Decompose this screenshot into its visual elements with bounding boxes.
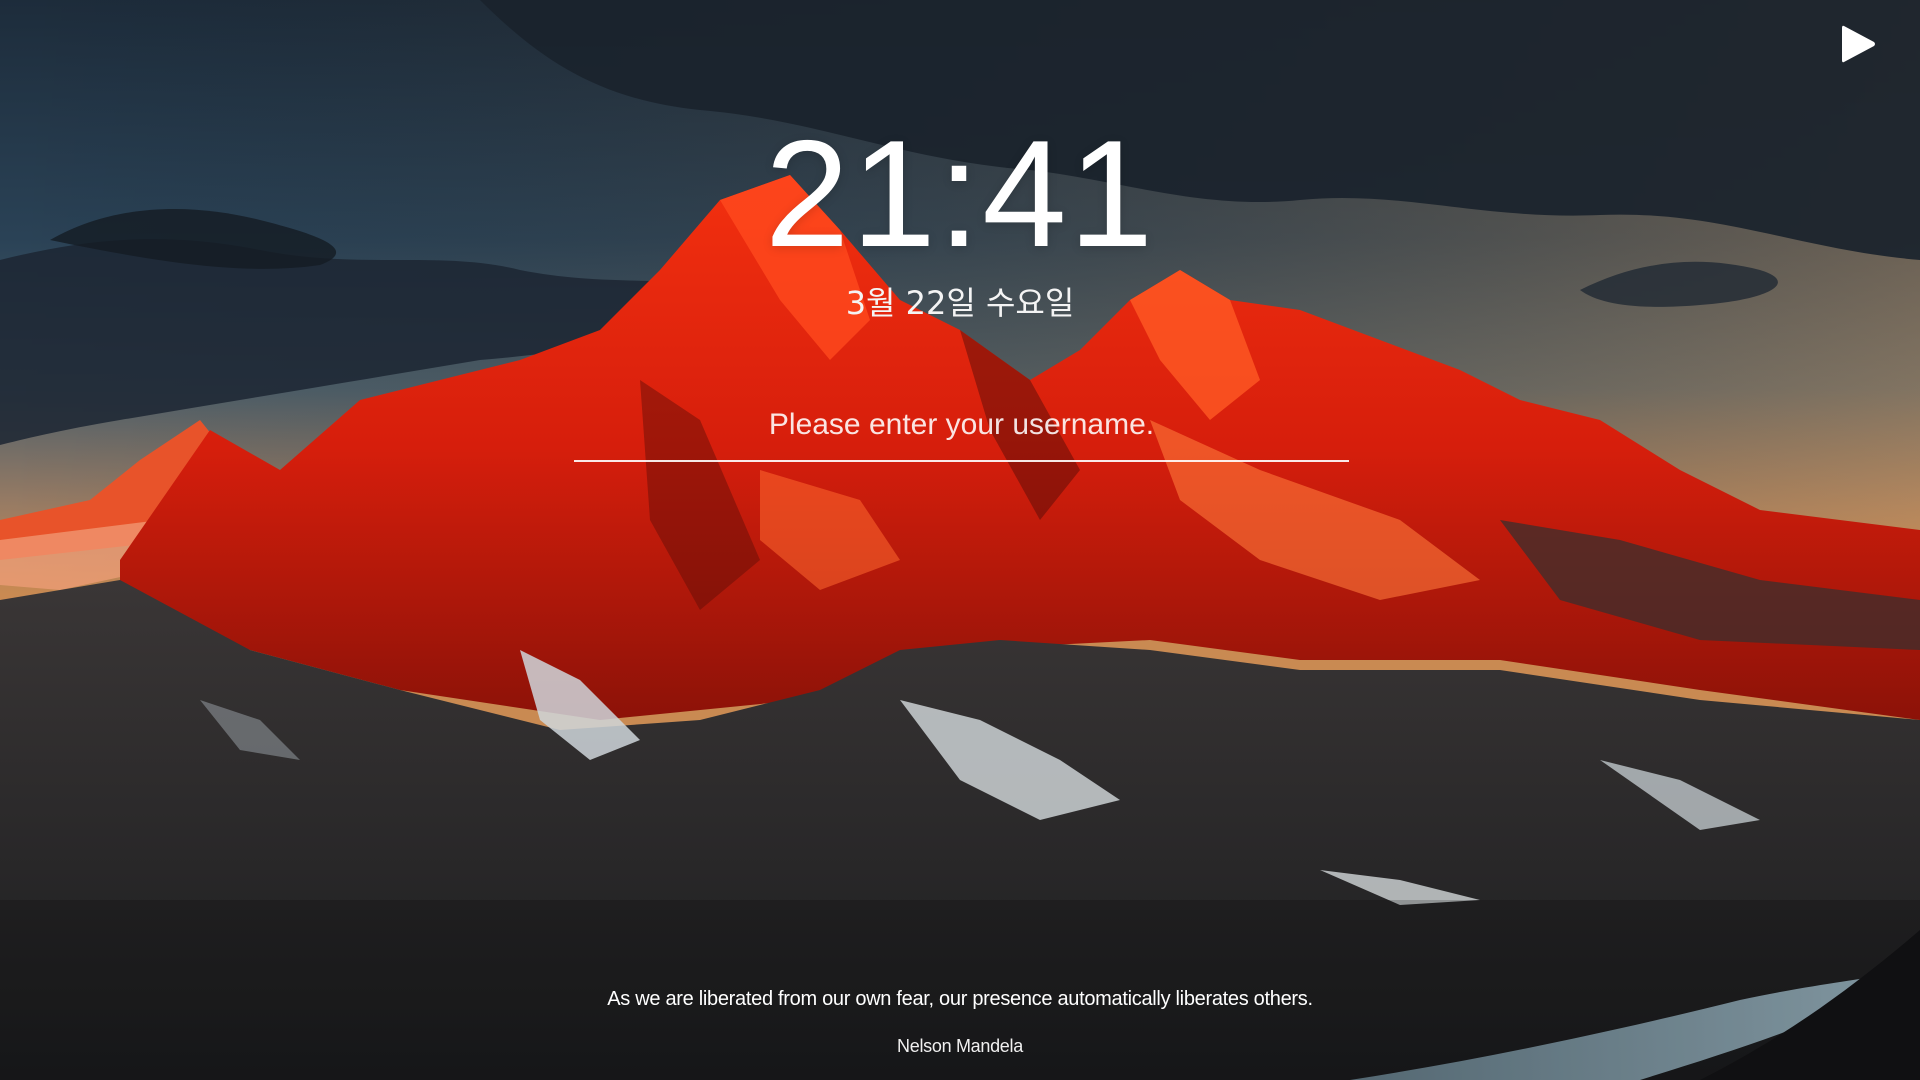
username-underline [574,460,1349,462]
clock-time: 21:41 [764,109,1156,279]
play-button[interactable] [1836,22,1880,66]
play-icon [1842,25,1875,63]
quote-text: As we are liberated from our own fear, o… [607,988,1313,1010]
username-field[interactable] [574,390,1349,462]
quote-author: Nelson Mandela [897,1036,1023,1056]
username-input[interactable] [574,390,1349,460]
date-label: 3월 22일 수요일 [845,284,1075,322]
lock-screen: 21:41 3월 22일 수요일 As we are liberated fro… [0,0,1920,1080]
